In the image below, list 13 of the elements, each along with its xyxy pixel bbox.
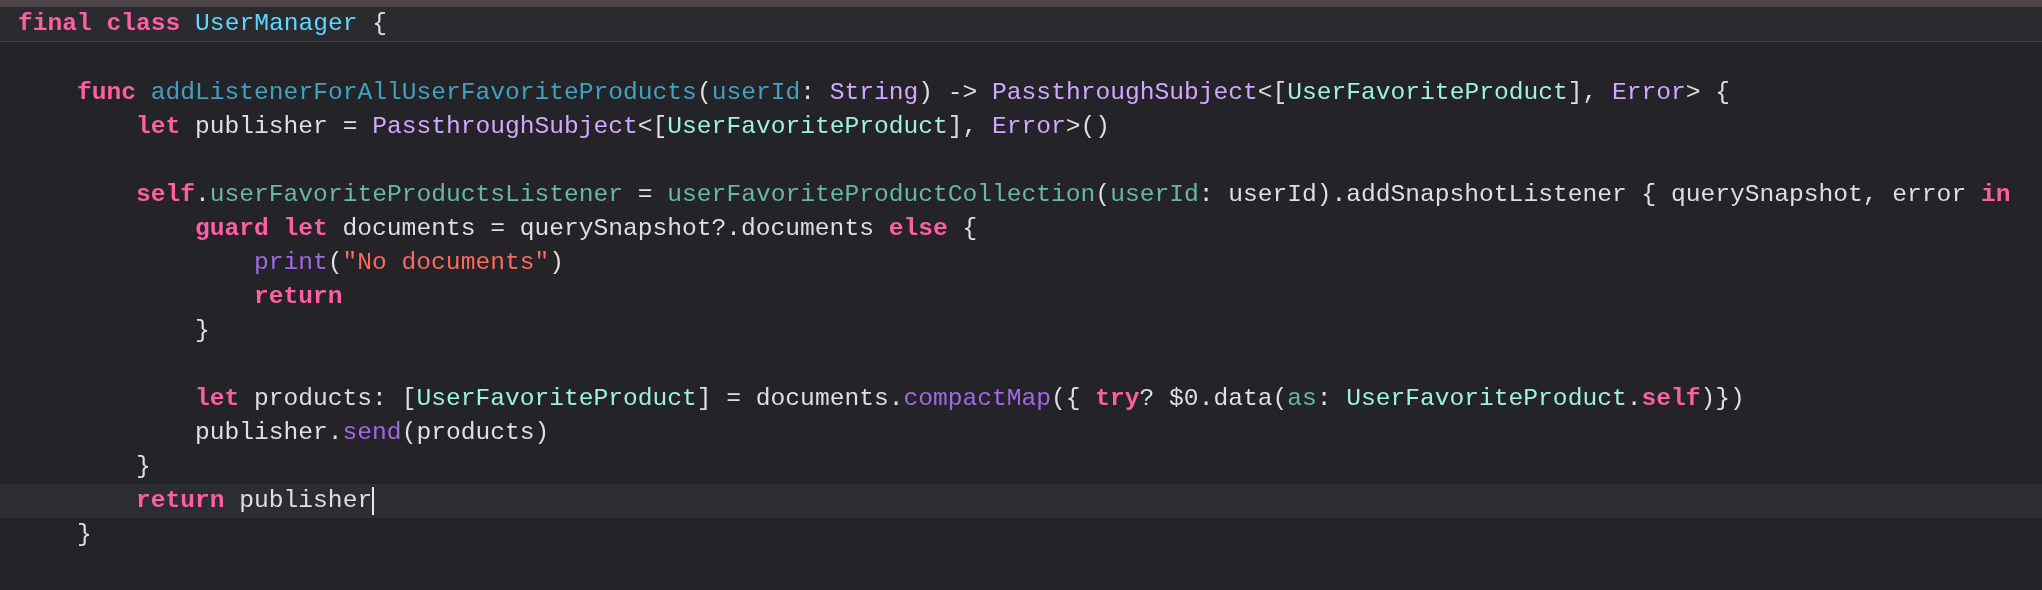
code-line: let products: [UserFavoriteProduct] = documents.compactMap({ try? $0.data(as: UserFavoriteProduct.self)}) [195, 384, 1745, 414]
code-line: self.userFavoriteProductsListener = userFavoriteProductCollection(userId: userId).addSnapshotListener { querySnapshot, error in [136, 180, 2011, 210]
code-line: } [136, 452, 151, 482]
code-line: let publisher = PassthroughSubject<[UserFavoriteProduct], Error>() [136, 112, 1111, 142]
code-line: } [195, 316, 210, 346]
code-line: final class UserManager { [18, 9, 387, 39]
code-line: return [254, 282, 343, 312]
code-line: publisher.send(products) [195, 418, 550, 448]
code-line: return publisher [136, 486, 373, 516]
code-line: } [77, 520, 92, 550]
code-line: print("No documents") [254, 248, 564, 278]
code-line: guard let documents = querySnapshot?.documents else { [195, 214, 978, 244]
code-line: func addListenerForAllUserFavoriteProducts(userId: String) -> PassthroughSubject<[UserFavoriteProduct], Error> { [77, 78, 1731, 108]
